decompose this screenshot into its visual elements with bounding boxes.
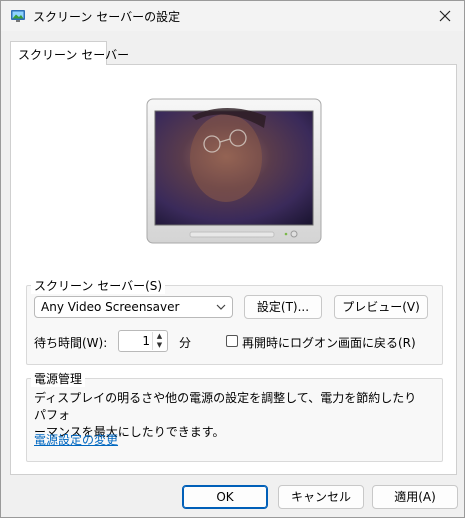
resume-logon-checkbox[interactable] <box>226 335 238 347</box>
screensaver-dropdown[interactable]: Any Video Screensaver <box>34 296 233 318</box>
screensaver-group-label: スクリーン セーバー(S) <box>31 277 166 294</box>
chevron-down-icon <box>216 304 226 310</box>
dialog-window: スクリーン セーバーの設定 スクリーン セーバー スクリーン セーバー(S) A… <box>0 0 465 518</box>
ok-button-label: OK <box>216 490 234 504</box>
wait-time-stepper[interactable]: 1 ▲ ▼ <box>118 330 168 352</box>
preview-button-label: プレビュー(V) <box>342 300 420 314</box>
tab-screensaver[interactable]: スクリーン セーバー <box>10 41 129 65</box>
screensaver-app-icon <box>11 10 25 22</box>
apply-button-label: 適用(A) <box>394 490 436 504</box>
window-title: スクリーン セーバーの設定 <box>33 10 181 24</box>
preview-button[interactable]: プレビュー(V) <box>334 295 428 319</box>
screensaver-preview-monitor <box>146 98 322 244</box>
settings-button-label: 設定(T)... <box>256 300 310 314</box>
stepper-up-icon[interactable]: ▲ <box>153 332 166 341</box>
power-group-label: 電源管理 <box>31 370 86 387</box>
screensaver-dropdown-value: Any Video Screensaver <box>41 300 180 314</box>
close-icon <box>439 10 451 22</box>
wait-time-value: 1 <box>142 334 150 348</box>
stepper-arrows[interactable]: ▲ ▼ <box>152 332 166 350</box>
title-bar: スクリーン セーバーの設定 <box>1 1 464 31</box>
settings-button[interactable]: 設定(T)... <box>244 295 322 319</box>
power-description-line1: ディスプレイの明るさや他の電源の設定を調整して、電力を節約したりパフォ <box>34 391 417 422</box>
close-button[interactable] <box>432 5 458 27</box>
cancel-button[interactable]: キャンセル <box>278 485 364 509</box>
cancel-button-label: キャンセル <box>290 490 351 504</box>
apply-button[interactable]: 適用(A) <box>372 485 458 509</box>
stepper-down-icon[interactable]: ▼ <box>153 341 166 350</box>
wait-time-unit: 分 <box>179 336 192 350</box>
wait-time-label: 待ち時間(W): <box>34 336 108 350</box>
ok-button[interactable]: OK <box>182 485 268 509</box>
change-power-settings-link[interactable]: 電源設定の変更 <box>34 431 118 448</box>
tab-screensaver-label: スクリーン セーバー <box>18 48 130 62</box>
resume-logon-label[interactable]: 再開時にログオン画面に戻る(R) <box>242 334 416 351</box>
